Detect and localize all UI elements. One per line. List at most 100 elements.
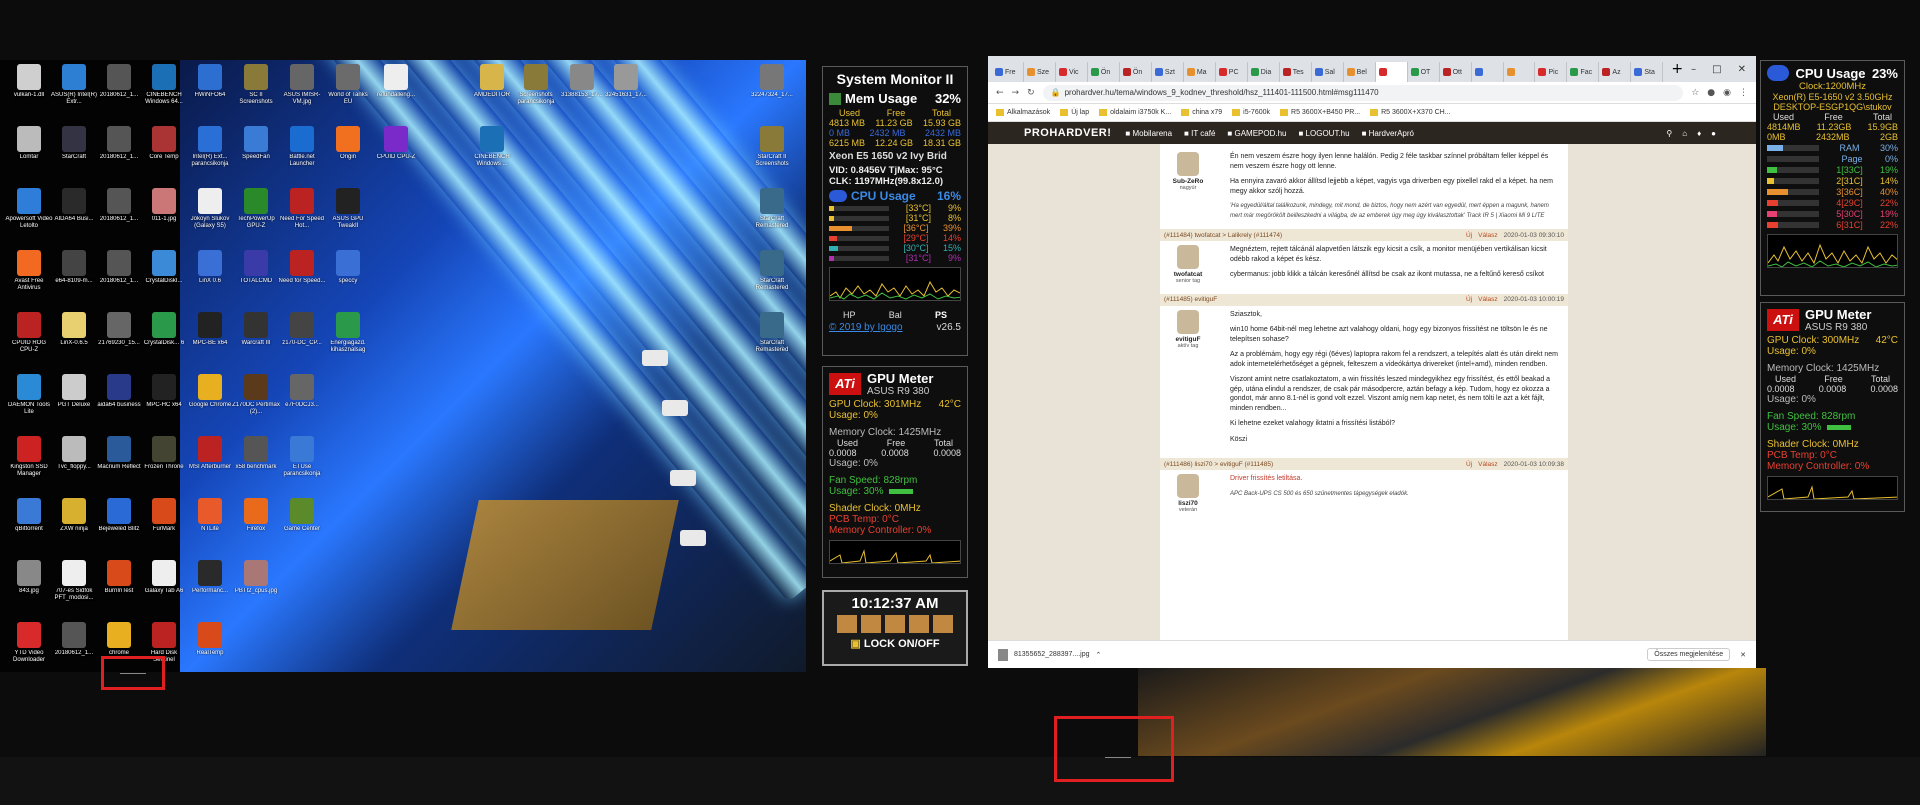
site-logo[interactable]: PROHARDVER!: [1024, 127, 1111, 139]
desktop-icon[interactable]: Need For Speed Hot...: [278, 188, 326, 230]
bookmark-item[interactable]: i5-7600k: [1232, 109, 1270, 116]
desktop-icon[interactable]: Bejeweled Blitz: [95, 498, 143, 540]
post-reference[interactable]: (#111485) evitiguF: [1164, 296, 1217, 303]
desktop-icon[interactable]: Warcraft III: [232, 312, 280, 354]
desktop-icon[interactable]: PGT Deluxe: [50, 374, 98, 416]
bookmark-item[interactable]: Új lap: [1060, 109, 1089, 116]
bell-icon[interactable]: ♦: [1697, 129, 1701, 138]
desktop-icon[interactable]: 011-1.jpg: [140, 188, 188, 230]
desktop-icon[interactable]: Performanc...: [186, 560, 234, 602]
desktop-icon[interactable]: aida64 business: [95, 374, 143, 416]
browser-tab[interactable]: Fac: [1567, 62, 1600, 82]
desktop-icon[interactable]: Z170DC Pertimax (2)...: [232, 374, 280, 416]
desktop-icon[interactable]: MPC-BE x64: [186, 312, 234, 354]
chevron-up-icon[interactable]: ⌃: [1096, 651, 1102, 659]
desktop-icon[interactable]: StarCraft: [50, 126, 98, 168]
browser-tab[interactable]: Ma: [1183, 62, 1216, 82]
author-nick[interactable]: evitiguF: [1166, 336, 1210, 343]
restart-icon[interactable]: [861, 615, 881, 633]
desktop-icon[interactable]: TOTALCMD: [232, 250, 280, 292]
post-action-link[interactable]: Válasz: [1478, 461, 1498, 468]
desktop-icon[interactable]: CrystalDiskI...: [140, 250, 188, 292]
bookmark-item[interactable]: R5 3600X+B450 PR...: [1280, 109, 1360, 116]
desktop-icon[interactable]: Apowersoft Video Letolto: [5, 188, 53, 230]
browser-tab[interactable]: Vic: [1055, 62, 1088, 82]
desktop-icon[interactable]: Tvc_floppy...: [50, 436, 98, 478]
desktop-icon[interactable]: Jokoyn Slukov (Galaxy S5): [186, 188, 234, 230]
post-action-link[interactable]: Új: [1466, 232, 1472, 239]
desktop-icon[interactable]: DAEMON Tools Lite: [5, 374, 53, 416]
desktop-icon[interactable]: Macrium Reflect: [95, 436, 143, 478]
extension-icon[interactable]: ●: [1707, 88, 1715, 98]
logoff-icon[interactable]: [933, 615, 953, 633]
post-reference[interactable]: (#111484) twofatcat > Lalikrely (#111474…: [1164, 232, 1282, 239]
url-input[interactable]: 🔒 prohardver.hu/tema/windows_9_kodnev_th…: [1042, 84, 1684, 101]
site-nav-link[interactable]: ■ IT café: [1184, 129, 1215, 138]
new-tab-button[interactable]: +: [1663, 61, 1691, 77]
browser-tab[interactable]: Ön: [1087, 62, 1120, 82]
desktop-icon[interactable]: Game Center: [278, 498, 326, 540]
desktop-icon[interactable]: Battle.net Launcher: [278, 126, 326, 168]
desktop-icon[interactable]: 32247324_17...: [748, 64, 796, 106]
copyright-link[interactable]: © 2019 by Igogo: [829, 322, 903, 333]
desktop-icon[interactable]: PBTI2_cpus.jpg: [232, 560, 280, 602]
desktop-icon[interactable]: Firefox: [232, 498, 280, 540]
post-reference[interactable]: (#111486) liszi70 > evitiguF (#111485): [1164, 461, 1273, 468]
desktop-icon[interactable]: e64-8109-m...: [50, 250, 98, 292]
reload-icon[interactable]: ↻: [1027, 88, 1035, 98]
desktop-icon[interactable]: MSI Afterburner: [186, 436, 234, 478]
desktop-icon[interactable]: CINEBENCH Windows ...: [468, 126, 516, 168]
desktop-icon[interactable]: ASUS(R) Intel(R) Extr...: [50, 64, 98, 106]
bookmark-item[interactable]: china x79: [1181, 109, 1222, 116]
post-action-link[interactable]: Válasz: [1478, 232, 1498, 239]
search-icon[interactable]: ⚲: [1666, 129, 1672, 138]
desktop-icon[interactable]: Origin: [324, 126, 372, 168]
browser-tab[interactable]: Fre: [992, 62, 1024, 82]
sleep-icon[interactable]: [885, 615, 905, 633]
desktop-icon[interactable]: 20180612_1...: [50, 622, 98, 664]
browser-tab[interactable]: Pic: [1535, 62, 1568, 82]
bal-button[interactable]: Bal: [889, 310, 902, 320]
browser-tab[interactable]: Bel: [1343, 62, 1376, 82]
browser-tab[interactable]: Az: [1599, 62, 1632, 82]
home-icon[interactable]: ⌂: [1682, 129, 1687, 138]
desktop-icon[interactable]: 707-es Sidfok PFT_modosi...: [50, 560, 98, 602]
avatar[interactable]: ●: [1711, 129, 1716, 138]
desktop-icon[interactable]: 31388153_17...: [558, 64, 606, 106]
download-item[interactable]: 81355652_288397....jpg ⌃: [998, 648, 1102, 661]
desktop-icon[interactable]: SpeedFan: [232, 126, 280, 168]
desktop-icon[interactable]: CINEBENCH Windows 64...: [140, 64, 188, 106]
desktop-icon[interactable]: World of Tanks EU: [324, 64, 372, 106]
desktop-icon[interactable]: 20180612_1...: [95, 126, 143, 168]
desktop-icon[interactable]: StarCraft Remastered: [748, 188, 796, 230]
desktop-icon[interactable]: qBittorrent: [5, 498, 53, 540]
desktop-icon[interactable]: speccy: [324, 250, 372, 292]
post-action-link[interactable]: Új: [1466, 461, 1472, 468]
author-nick[interactable]: liszi70: [1166, 500, 1210, 507]
site-nav-link[interactable]: ■ GAMEPOD.hu: [1227, 129, 1286, 138]
desktop-icon[interactable]: CrystalDisk... 6: [140, 312, 188, 354]
desktop-icon[interactable]: StarCraft Remastered: [748, 250, 796, 292]
desktop-icon[interactable]: FurMark: [140, 498, 188, 540]
desktop-icon[interactable]: BurnInTest: [95, 560, 143, 602]
desktop-icon[interactable]: Need for Speed...: [278, 250, 326, 292]
post-action-link[interactable]: Válasz: [1478, 296, 1498, 303]
desktop-icon[interactable]: refundalleng...: [372, 64, 420, 106]
avatar[interactable]: [1177, 474, 1199, 498]
desktop-icon[interactable]: LinX 0.6: [186, 250, 234, 292]
ps-button[interactable]: PS: [935, 310, 947, 320]
desktop-icon[interactable]: StarCraft II Screenshots: [748, 126, 796, 168]
desktop-icon[interactable]: CPUID CPU-Z: [372, 126, 420, 168]
browser-tab[interactable]: [1471, 62, 1504, 82]
key-icon[interactable]: [909, 615, 929, 633]
desktop-icon[interactable]: e7F0DCJ3...: [278, 374, 326, 416]
desktop-icon[interactable]: 21769230_15...: [95, 312, 143, 354]
menu-icon[interactable]: ⋮: [1739, 88, 1748, 98]
desktop-icon[interactable]: Lomtar: [5, 126, 53, 168]
avatar[interactable]: [1177, 309, 1199, 334]
desktop-icon[interactable]: Google Chrome: [186, 374, 234, 416]
desktop-icon[interactable]: ETUse parancsikonja: [278, 436, 326, 478]
site-nav-link[interactable]: ■ Mobilarena: [1125, 129, 1172, 138]
close-icon[interactable]: ✕: [1738, 64, 1746, 75]
desktop-icon[interactable]: Frozen Throne: [140, 436, 188, 478]
